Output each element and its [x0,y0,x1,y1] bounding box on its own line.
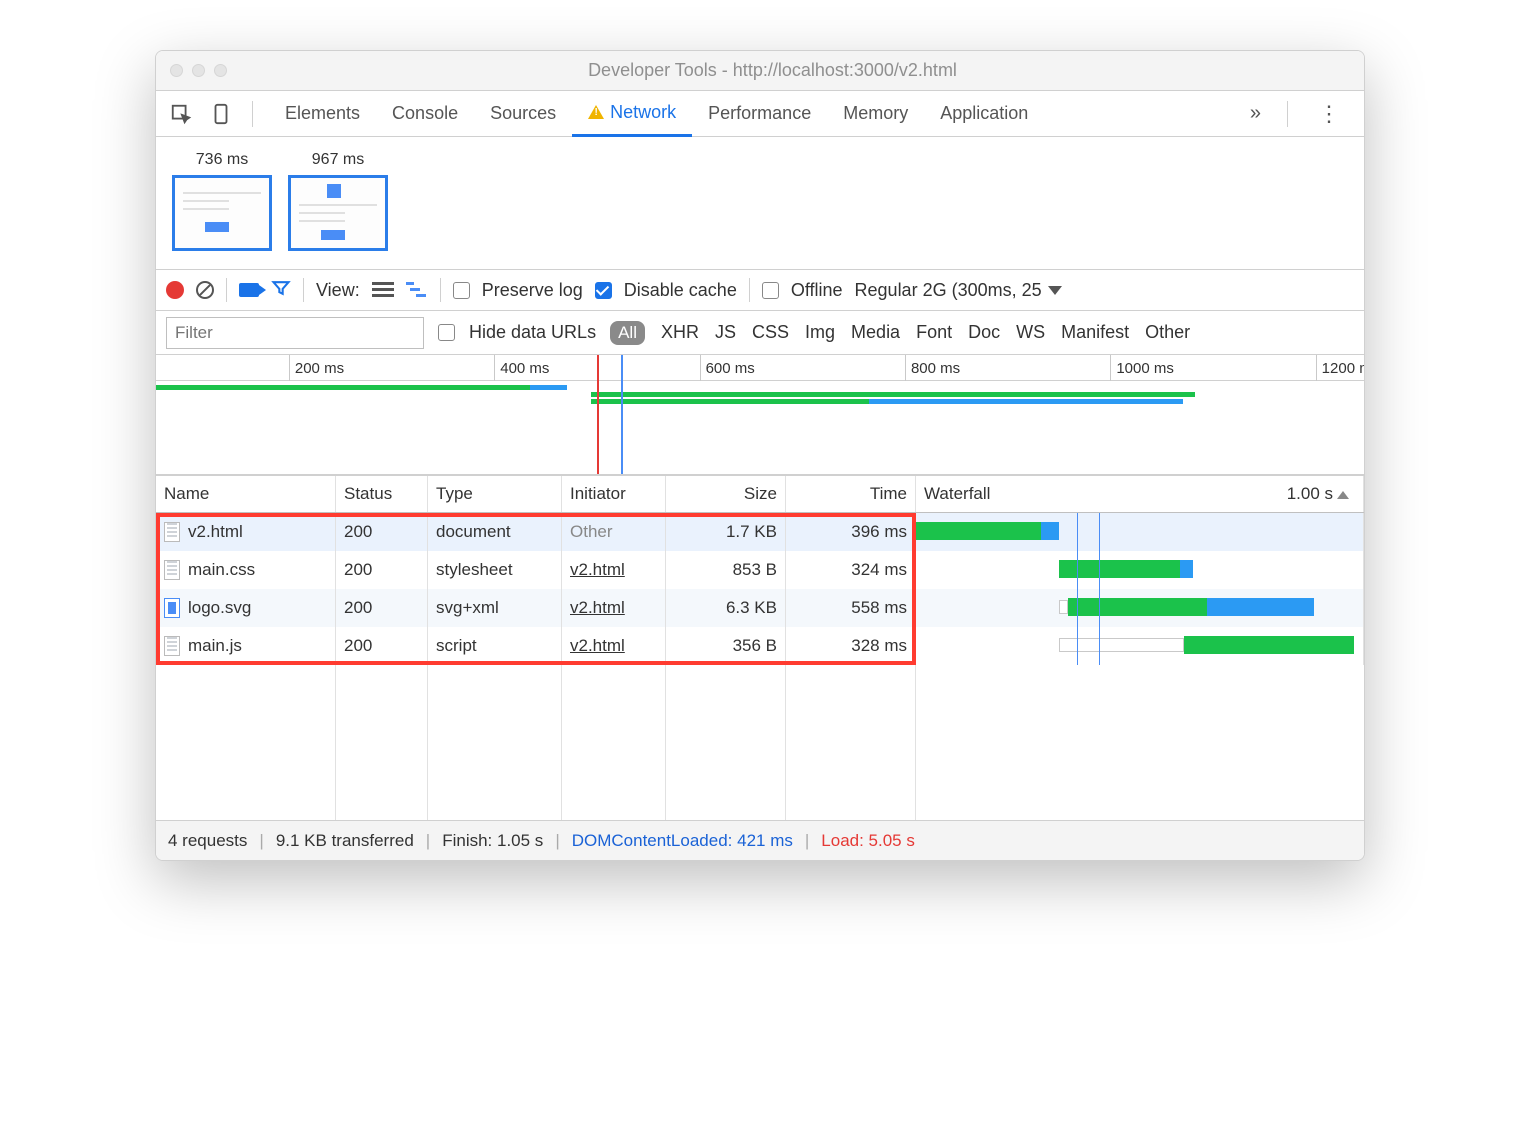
menu-icon[interactable]: ⋮ [1304,101,1354,127]
window-controls[interactable] [156,64,241,77]
view-waterfall-icon[interactable] [406,282,428,298]
disable-cache-checkbox[interactable] [595,282,612,299]
overview-tick: 1200 ms [1316,355,1365,381]
col-type[interactable]: Type [428,476,562,512]
tabs-overflow[interactable]: » [1240,102,1271,125]
devtools-window: Developer Tools - http://localhost:3000/… [155,50,1365,861]
table-row[interactable]: logo.svg200svg+xmlv2.html6.3 KB558 ms [156,589,1364,627]
col-initiator[interactable]: Initiator [562,476,666,512]
status-requests: 4 requests [168,831,247,851]
filmstrip-frame[interactable]: 967 ms [288,151,388,251]
offline-label: Offline [791,280,843,301]
file-icon [164,636,180,656]
filter-type-img[interactable]: Img [805,322,835,343]
overview-tick: 400 ms [494,355,549,381]
clear-button[interactable] [196,281,214,299]
status-load: Load: 5.05 s [821,831,915,851]
view-list-icon[interactable] [372,282,394,298]
filter-icon[interactable] [271,278,291,303]
device-icon[interactable] [206,99,236,129]
filter-type-xhr[interactable]: XHR [661,322,699,343]
tab-network[interactable]: Network [572,91,692,137]
overview-tick: 200 ms [289,355,344,381]
view-label: View: [316,280,360,301]
table-row[interactable]: main.js200scriptv2.html356 B328 ms [156,627,1364,665]
preserve-log-checkbox[interactable] [453,282,470,299]
filter-type-manifest[interactable]: Manifest [1061,322,1129,343]
filter-input[interactable] [166,317,424,349]
tab-application[interactable]: Application [924,91,1044,137]
filter-bar: Hide data URLs All XHR JS CSS Img Media Font Do… [156,311,1364,355]
table-row[interactable]: main.css200stylesheetv2.html853 B324 ms [156,551,1364,589]
filter-type-doc[interactable]: Doc [968,322,1000,343]
disable-cache-label: Disable cache [624,280,737,301]
network-toolbar: View: Preserve log Disable cache Offline… [156,269,1364,311]
throttle-select[interactable]: Regular 2G (300ms, 25 [855,280,1062,301]
filter-type-ws[interactable]: WS [1016,322,1045,343]
tab-console[interactable]: Console [376,91,474,137]
col-name[interactable]: Name [156,476,336,512]
titlebar: Developer Tools - http://localhost:3000/… [156,51,1364,91]
col-status[interactable]: Status [336,476,428,512]
file-icon [164,560,180,580]
status-dcl: DOMContentLoaded: 421 ms [572,831,793,851]
filter-type-all[interactable]: All [610,321,645,345]
status-transferred: 9.1 KB transferred [276,831,414,851]
hide-data-urls-label: Hide data URLs [469,322,596,343]
hide-data-urls-checkbox[interactable] [438,324,455,341]
waterfall-scale: 1.00 s [1287,484,1333,503]
filter-type-css[interactable]: CSS [752,322,789,343]
tabbar: ElementsConsoleSourcesNetworkPerformance… [156,91,1364,137]
waterfall-label: Waterfall [924,484,990,504]
filter-type-other[interactable]: Other [1145,322,1190,343]
overview-tick: 800 ms [905,355,960,381]
throttle-value: Regular 2G (300ms, 25 [855,280,1042,301]
tab-sources[interactable]: Sources [474,91,572,137]
status-finish: Finish: 1.05 s [442,831,543,851]
offline-checkbox[interactable] [762,282,779,299]
sort-asc-icon [1337,491,1349,499]
requests-table: Name Status Type Initiator Size Time Wat… [156,475,1364,820]
preserve-log-label: Preserve log [482,280,583,301]
overview-tick: 1000 ms [1110,355,1174,381]
inspect-icon[interactable] [166,99,196,129]
filter-type-font[interactable]: Font [916,322,952,343]
filter-type-media[interactable]: Media [851,322,900,343]
table-row[interactable]: v2.html200documentOther1.7 KB396 ms [156,513,1364,551]
col-waterfall[interactable]: Waterfall 1.00 s [916,476,1364,512]
tab-performance[interactable]: Performance [692,91,827,137]
timeline-overview[interactable]: 200 ms 400 ms 600 ms 800 ms 1000 ms 1200 ms [156,355,1364,475]
warning-icon [588,105,604,119]
table-header: Name Status Type Initiator Size Time Wat… [156,475,1364,513]
record-button[interactable] [166,281,184,299]
filmstrip-frame[interactable]: 736 ms [172,151,272,251]
frame-time: 736 ms [172,151,272,175]
window-title: Developer Tools - http://localhost:3000/… [241,60,1364,81]
table-body: v2.html200documentOther1.7 KB396 msmain.… [156,513,1364,665]
file-icon [164,522,180,542]
chevron-down-icon [1048,286,1062,295]
file-icon [164,598,180,618]
tab-memory[interactable]: Memory [827,91,924,137]
filter-type-js[interactable]: JS [715,322,736,343]
overview-tick: 600 ms [700,355,755,381]
filmstrip: 736 ms 967 ms [156,137,1364,269]
col-size[interactable]: Size [666,476,786,512]
status-bar: 4 requests 9.1 KB transferred Finish: 1.… [156,820,1364,860]
tab-elements[interactable]: Elements [269,91,376,137]
col-time[interactable]: Time [786,476,916,512]
frame-time: 967 ms [288,151,388,175]
screenshot-icon[interactable] [239,283,259,297]
